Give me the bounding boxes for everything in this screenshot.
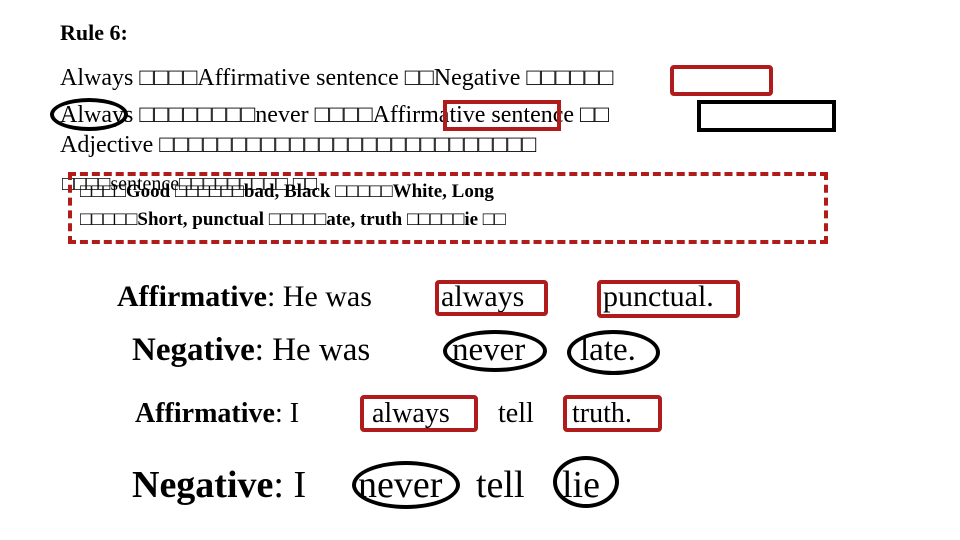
ellipse-always [50,98,128,131]
rule-line-3: Adjective □□□□□□□□□□□□□□□□□□□□□□□□□□ [60,132,537,158]
example-text: : I [273,464,307,506]
rule-title: Rule 6: [60,20,128,45]
example-1: Affirmative: He was [117,282,372,312]
example-4: Negative: I [132,466,306,504]
highlight-negative [670,65,773,96]
ellipse-late [567,330,660,375]
example-text: : I [274,398,300,429]
box-punctual [597,280,740,318]
ellipse-lie [553,456,619,508]
example-text: : He was [254,332,371,368]
example-label: Negative [132,332,255,368]
example-label: Negative [132,464,274,506]
example-label: Affirmative [135,398,275,429]
box-truth [563,395,662,432]
example-2: Negative: He was [132,334,370,367]
example-text: : He was [266,280,372,313]
example-3-verb: tell [498,398,534,429]
highlight-never [443,100,561,131]
example-3: Affirmative: I [135,400,299,428]
dashed-highlight-box [68,172,828,244]
ellipse-never-1 [443,330,547,372]
box-always-2 [360,395,478,432]
example-4-verb: tell [476,464,525,506]
ellipse-never-2 [352,461,460,509]
highlight-affirmative [697,100,836,132]
example-label: Affirmative [117,280,267,313]
box-always-1 [435,280,548,316]
rule-line-1: Always □□□□Affirmative sentence □□Negati… [60,65,614,91]
